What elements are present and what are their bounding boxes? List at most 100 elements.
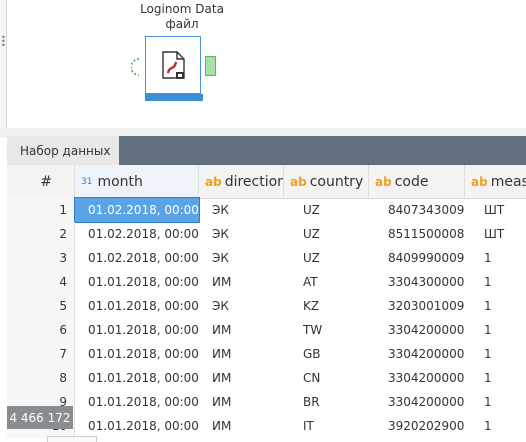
- import-node[interactable]: [145, 36, 201, 94]
- node-title-line2: файл: [165, 17, 199, 31]
- cell-country[interactable]: UZ: [284, 246, 369, 270]
- row-number: 8: [7, 366, 75, 390]
- cell-code[interactable]: 8409990009: [369, 246, 465, 270]
- table-row[interactable]: 7 01.01.2018, 00:00 ИМ GB 3304200000 1: [7, 342, 526, 366]
- table-row[interactable]: 4 01.01.2018, 00:00 ИМ AT 3304300000 1: [7, 270, 526, 294]
- string-type-icon: ab: [205, 174, 222, 189]
- table-row[interactable]: 6 01.01.2018, 00:00 ИМ TW 3304200000 1: [7, 318, 526, 342]
- cell-code[interactable]: 8407343009: [369, 198, 465, 222]
- node-title: Loginom Data файл: [132, 2, 232, 32]
- cell-direction[interactable]: ЭК: [199, 294, 284, 318]
- cell-meas[interactable]: 1: [465, 390, 526, 414]
- output-port-icon[interactable]: [205, 56, 216, 76]
- string-type-icon: ab: [375, 174, 392, 189]
- column-label: code: [394, 173, 429, 190]
- cell-direction[interactable]: ЭК: [199, 222, 284, 246]
- cell-direction[interactable]: ЭК: [199, 246, 284, 270]
- cell-month[interactable]: 01.02.2018, 00:00: [75, 222, 199, 246]
- drag-handle-icon[interactable]: • • •: [1, 34, 6, 50]
- table-row[interactable]: 9 01.01.2018, 00:00 ИМ BR 3304200000 1: [7, 390, 526, 414]
- row-number: 7: [7, 342, 75, 366]
- string-type-icon: ab: [290, 174, 307, 189]
- row-number: 5: [7, 294, 75, 318]
- cell-country[interactable]: IT: [284, 414, 369, 438]
- cell-direction[interactable]: ИМ: [199, 390, 284, 414]
- column-label: meas: [490, 173, 526, 190]
- cell-month[interactable]: 01.01.2018, 00:00: [75, 342, 199, 366]
- cell-code[interactable]: 3304300000: [369, 270, 465, 294]
- node-title-line1: Loginom Data: [140, 2, 224, 16]
- grid-header: # 31 month ab direction ab country ab code a…: [7, 165, 526, 199]
- row-number: 2: [7, 222, 75, 246]
- cell-code[interactable]: 3304200000: [369, 390, 465, 414]
- cell-meas[interactable]: 1: [465, 414, 526, 438]
- date-type-icon: 31: [81, 176, 93, 187]
- cell-meas[interactable]: 1: [465, 318, 526, 342]
- tab-dataset[interactable]: Набор данных: [7, 136, 119, 165]
- cell-country[interactable]: TW: [284, 318, 369, 342]
- cell-country[interactable]: GB: [284, 342, 369, 366]
- column-header-meas[interactable]: ab meas: [465, 165, 526, 198]
- table-row[interactable]: 5 01.01.2018, 00:00 ЭК KZ 3203001009 1: [7, 294, 526, 318]
- table-row[interactable]: 1 01.02.2018, 00:00 ЭК UZ 8407343009 ШТ: [7, 197, 526, 223]
- left-panel-strip: • • •: [0, 0, 7, 128]
- dataset-tabbar: Набор данных: [7, 136, 526, 165]
- cell-direction[interactable]: ЭК: [199, 198, 284, 222]
- cell-country[interactable]: KZ: [284, 294, 369, 318]
- cell-month[interactable]: 01.01.2018, 00:00: [75, 390, 199, 414]
- cell-meas[interactable]: 1: [465, 246, 526, 270]
- input-port-icon[interactable]: [131, 58, 140, 76]
- cell-country[interactable]: UZ: [284, 198, 369, 222]
- cell-month[interactable]: 01.01.2018, 00:00: [75, 318, 199, 342]
- column-label: country: [309, 173, 364, 190]
- cell-month[interactable]: 01.02.2018, 00:00: [74, 197, 200, 223]
- cell-code[interactable]: 3304200000: [369, 366, 465, 390]
- cell-direction[interactable]: ИМ: [199, 318, 284, 342]
- data-grid[interactable]: # 31 month ab direction ab country ab code a…: [7, 165, 526, 441]
- table-row[interactable]: 10 01.01.2018, 00:00 ИМ IT 3920202900 1: [7, 414, 526, 438]
- cell-meas[interactable]: 1: [465, 342, 526, 366]
- cell-direction[interactable]: ИМ: [199, 270, 284, 294]
- cell-meas[interactable]: 1: [465, 366, 526, 390]
- cell-month[interactable]: 01.02.2018, 00:00: [75, 246, 199, 270]
- cell-code[interactable]: 8511500008: [369, 222, 465, 246]
- cell-code[interactable]: 3203001009: [369, 294, 465, 318]
- table-row[interactable]: 8 01.01.2018, 00:00 ИМ CN 3304200000 1: [7, 366, 526, 390]
- row-number: 6: [7, 318, 75, 342]
- cell-country[interactable]: CN: [284, 366, 369, 390]
- cell-country[interactable]: UZ: [284, 222, 369, 246]
- file-icon: [162, 51, 185, 79]
- cell-code[interactable]: 3304200000: [369, 342, 465, 366]
- table-row[interactable]: 2 01.02.2018, 00:00 ЭК UZ 8511500008 ШТ: [7, 222, 526, 246]
- cell-direction[interactable]: ИМ: [199, 366, 284, 390]
- column-label: direction: [224, 173, 284, 190]
- cell-country[interactable]: BR: [284, 390, 369, 414]
- row-count-badge: 4 466 172: [7, 406, 73, 429]
- cell-meas[interactable]: 1: [465, 270, 526, 294]
- column-header-month[interactable]: 31 month: [75, 165, 199, 198]
- cell-month[interactable]: 01.01.2018, 00:00: [75, 366, 199, 390]
- cell-direction[interactable]: ИМ: [199, 414, 284, 438]
- cell-meas[interactable]: 1: [465, 294, 526, 318]
- cell-month[interactable]: 01.01.2018, 00:00: [75, 294, 199, 318]
- cell-meas[interactable]: ШТ: [465, 198, 526, 222]
- cell-direction[interactable]: ИМ: [199, 342, 284, 366]
- string-type-icon: ab: [471, 174, 488, 189]
- workflow-canvas[interactable]: Loginom Data файл: [7, 0, 526, 128]
- row-number: 3: [7, 246, 75, 270]
- node-status-bar: [145, 94, 203, 101]
- cell-code[interactable]: 3304200000: [369, 318, 465, 342]
- row-number: 1: [7, 198, 75, 222]
- cell-country[interactable]: AT: [284, 270, 369, 294]
- cell-month[interactable]: 01.01.2018, 00:00: [75, 414, 199, 438]
- table-row[interactable]: 3 01.02.2018, 00:00 ЭК UZ 8409990009 1: [7, 246, 526, 270]
- row-number: 4: [7, 270, 75, 294]
- cell-month[interactable]: 01.01.2018, 00:00: [75, 270, 199, 294]
- cell-meas[interactable]: ШТ: [465, 222, 526, 246]
- column-header-code[interactable]: ab code: [369, 165, 465, 198]
- column-header-country[interactable]: ab country: [284, 165, 369, 198]
- bottom-tab[interactable]: [47, 436, 97, 442]
- cell-code[interactable]: 3920202900: [369, 414, 465, 438]
- row-number-header: #: [7, 165, 75, 198]
- column-header-direction[interactable]: ab direction: [199, 165, 284, 198]
